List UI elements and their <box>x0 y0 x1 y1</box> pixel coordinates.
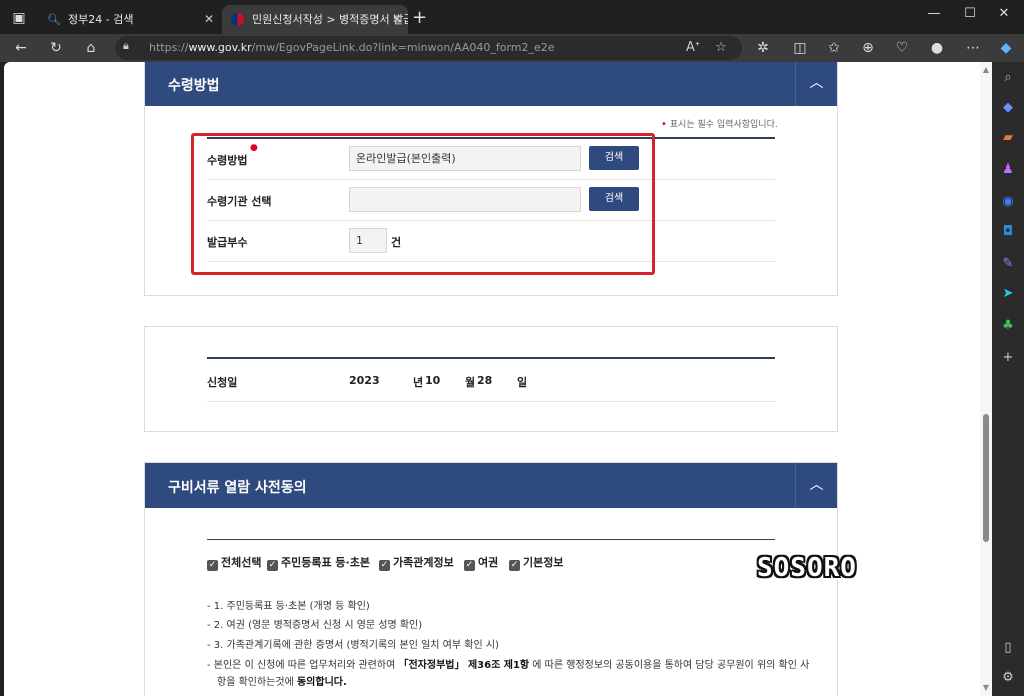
section-header: 수령방법 ︿ <box>145 62 837 106</box>
watermark: SOSORO <box>757 553 857 583</box>
games-icon[interactable]: ♟ <box>998 160 1018 180</box>
application-date-section: 신청일 2023 년 10 월 28 일 <box>144 326 838 432</box>
application-date-row: 신청일 2023 년 10 월 28 일 <box>207 359 775 402</box>
date-day-unit: 일 <box>517 376 528 389</box>
checkbox-family-relation[interactable]: ✓ 가족관계정보 <box>379 554 454 571</box>
scroll-down-icon[interactable]: ▼ <box>980 682 992 694</box>
collections-icon[interactable]: ⊕ <box>857 37 879 59</box>
consent-notice-continued: 항을 확인하는것에 동의합니다. <box>217 677 347 688</box>
home-icon[interactable]: ⌂ <box>80 37 102 59</box>
browser-titlebar: ▣ 🔍︎ 정부24 - 검색 ✕ 민원신청서작성 > 병적증명서 발급 ✕ + … <box>0 0 1024 34</box>
more-menu-icon[interactable]: ⋯ <box>962 37 984 59</box>
split-screen-icon[interactable]: ◫ <box>789 37 811 59</box>
required-note: • 표시는 필수 입력사항입니다. <box>661 119 778 130</box>
gov-emblem-icon <box>231 13 244 26</box>
check-icon: ✓ <box>379 560 390 571</box>
shopping-icon[interactable]: ◆ <box>998 98 1018 118</box>
checkbox-resident-registration[interactable]: ✓ 주민등록표 등·초본 <box>267 554 370 571</box>
check-icon: ✓ <box>509 560 520 571</box>
copies-unit: 건 <box>391 236 402 249</box>
search-icon: 🔍︎ <box>47 13 61 26</box>
field-label: 수령기관 선택 <box>207 195 272 208</box>
form-row-copies: 발급부수 1 건 <box>207 221 775 262</box>
favorites-icon[interactable]: ✩ <box>823 37 845 59</box>
refresh-icon[interactable]: ↻ <box>45 37 67 59</box>
section-title: 수령방법 <box>168 78 220 94</box>
url-text[interactable]: https://www.gov.kr/mw/EgovPageLink.do?li… <box>149 41 555 54</box>
tab-title: 정부24 - 검색 <box>68 13 134 26</box>
page-viewport: 수령방법 ︿ • 표시는 필수 입력사항입니다. 수령방법 ● 온라인발급(본인… <box>4 62 992 696</box>
section-title: 구비서류 열람 사전동의 <box>168 480 307 496</box>
tab-title: 민원신청서작성 > 병적증명서 발급 <box>252 13 408 26</box>
check-icon: ✓ <box>267 560 278 571</box>
new-tab-icon[interactable]: + <box>412 8 427 28</box>
favorite-star-icon[interactable]: ☆ <box>711 38 731 58</box>
section-header: 구비서류 열람 사전동의 ︿ <box>145 463 837 508</box>
scroll-thumb[interactable] <box>983 414 989 542</box>
chevron-up-icon[interactable]: ︿ <box>795 463 837 508</box>
check-icon: ✓ <box>464 560 475 571</box>
tab-actions-icon[interactable]: ▣ <box>8 7 30 29</box>
designer-icon[interactable]: ✎ <box>998 254 1018 274</box>
required-marker: ● <box>250 143 258 153</box>
lock-icon[interactable]: 🔒︎ <box>123 39 129 53</box>
checkbox-basic-info[interactable]: ✓ 기본정보 <box>509 554 563 571</box>
field-label: 발급부수 <box>207 236 248 249</box>
tools-icon[interactable]: ▰ <box>998 128 1018 148</box>
checkbox-passport[interactable]: ✓ 여권 <box>464 554 498 571</box>
list-item: - 1. 주민등록표 등·초본 (개명 등 확인) <box>207 601 370 612</box>
date-month: 10 <box>425 374 441 387</box>
profile-avatar-icon[interactable]: ● <box>926 37 948 59</box>
date-day: 28 <box>477 374 493 387</box>
browser-tab[interactable]: 🔍︎ 정부24 - 검색 ✕ <box>38 5 220 34</box>
form-row-receive-method: 수령방법 ● 온라인발급(본인출력) 검색 <box>207 139 775 180</box>
minimize-icon[interactable]: — <box>914 4 954 24</box>
outlook-icon[interactable]: ◘ <box>998 222 1018 242</box>
search-icon[interactable]: ⌕ <box>998 68 1018 88</box>
add-sidebar-icon[interactable]: + <box>998 348 1018 368</box>
browser-essentials-icon[interactable]: ♡ <box>891 37 913 59</box>
copies-input[interactable]: 1 <box>349 228 387 253</box>
divider <box>207 539 775 540</box>
browser-toolbar: ← ↻ ⌂ 🔒︎ https://www.gov.kr/mw/EgovPageL… <box>0 34 1024 62</box>
date-year: 2023 <box>349 374 380 387</box>
microsoft365-icon[interactable]: ◉ <box>998 192 1018 212</box>
settings-gear-icon[interactable]: ⚙ <box>998 668 1018 688</box>
search-button[interactable]: 검색 <box>589 146 639 170</box>
extensions-icon[interactable]: ✲ <box>752 37 774 59</box>
date-year-unit: 년 <box>413 376 424 389</box>
search-button[interactable]: 검색 <box>589 187 639 211</box>
close-window-icon[interactable]: ✕ <box>984 4 1024 24</box>
browser-tab-active[interactable]: 민원신청서작성 > 병적증명서 발급 ✕ <box>222 5 408 34</box>
receive-method-input[interactable]: 온라인발급(본인출력) <box>349 146 581 171</box>
form-row-receive-agency: 수령기관 선택 검색 <box>207 180 775 221</box>
receive-agency-input[interactable] <box>349 187 581 212</box>
date-month-unit: 월 <box>465 376 476 389</box>
sidebar-layout-icon[interactable]: ▯ <box>998 638 1018 658</box>
close-tab-icon[interactable]: ✕ <box>204 5 214 34</box>
field-label: 수령방법 <box>207 154 248 167</box>
check-icon: ✓ <box>207 560 218 571</box>
scroll-up-icon[interactable]: ▲ <box>980 64 992 76</box>
address-bar[interactable]: 🔒︎ https://www.gov.kr/mw/EgovPageLink.do… <box>115 36 742 60</box>
copilot-icon[interactable]: ◆ <box>995 37 1017 59</box>
read-aloud-icon[interactable]: Aᐩ <box>683 38 703 58</box>
page-scrollbar[interactable]: ▲ ▼ <box>980 62 992 696</box>
back-icon[interactable]: ← <box>10 37 32 59</box>
close-tab-icon[interactable]: ✕ <box>392 5 402 34</box>
consent-notice: - 본인은 이 신청에 따른 업무처리와 관련하여 「전자정부법」 제36조 제… <box>207 660 810 671</box>
send-icon[interactable]: ➤ <box>998 284 1018 304</box>
list-item: - 3. 가족관계기록에 관한 증명서 (병적기록의 본인 일치 여부 확인 시… <box>207 640 499 651</box>
list-item: - 2. 여권 (영문 병적증명서 신청 시 영문 성명 확인) <box>207 620 423 631</box>
receive-method-section: 수령방법 ︿ • 표시는 필수 입력사항입니다. 수령방법 ● 온라인발급(본인… <box>144 62 838 296</box>
consent-section: 구비서류 열람 사전동의 ︿ ✓ 전체선택 ✓ 주민등록표 등·초본 ✓ 가족관계정보… <box>144 462 838 696</box>
field-label: 신청일 <box>207 376 238 389</box>
checkbox-select-all[interactable]: ✓ 전체선택 <box>207 554 261 571</box>
tree-icon[interactable]: ♣ <box>998 316 1018 336</box>
chevron-up-icon[interactable]: ︿ <box>795 62 837 106</box>
edge-sidebar: ⌕ ◆ ▰ ♟ ◉ ◘ ✎ ➤ ♣ + ▯ ⚙ <box>992 62 1024 696</box>
